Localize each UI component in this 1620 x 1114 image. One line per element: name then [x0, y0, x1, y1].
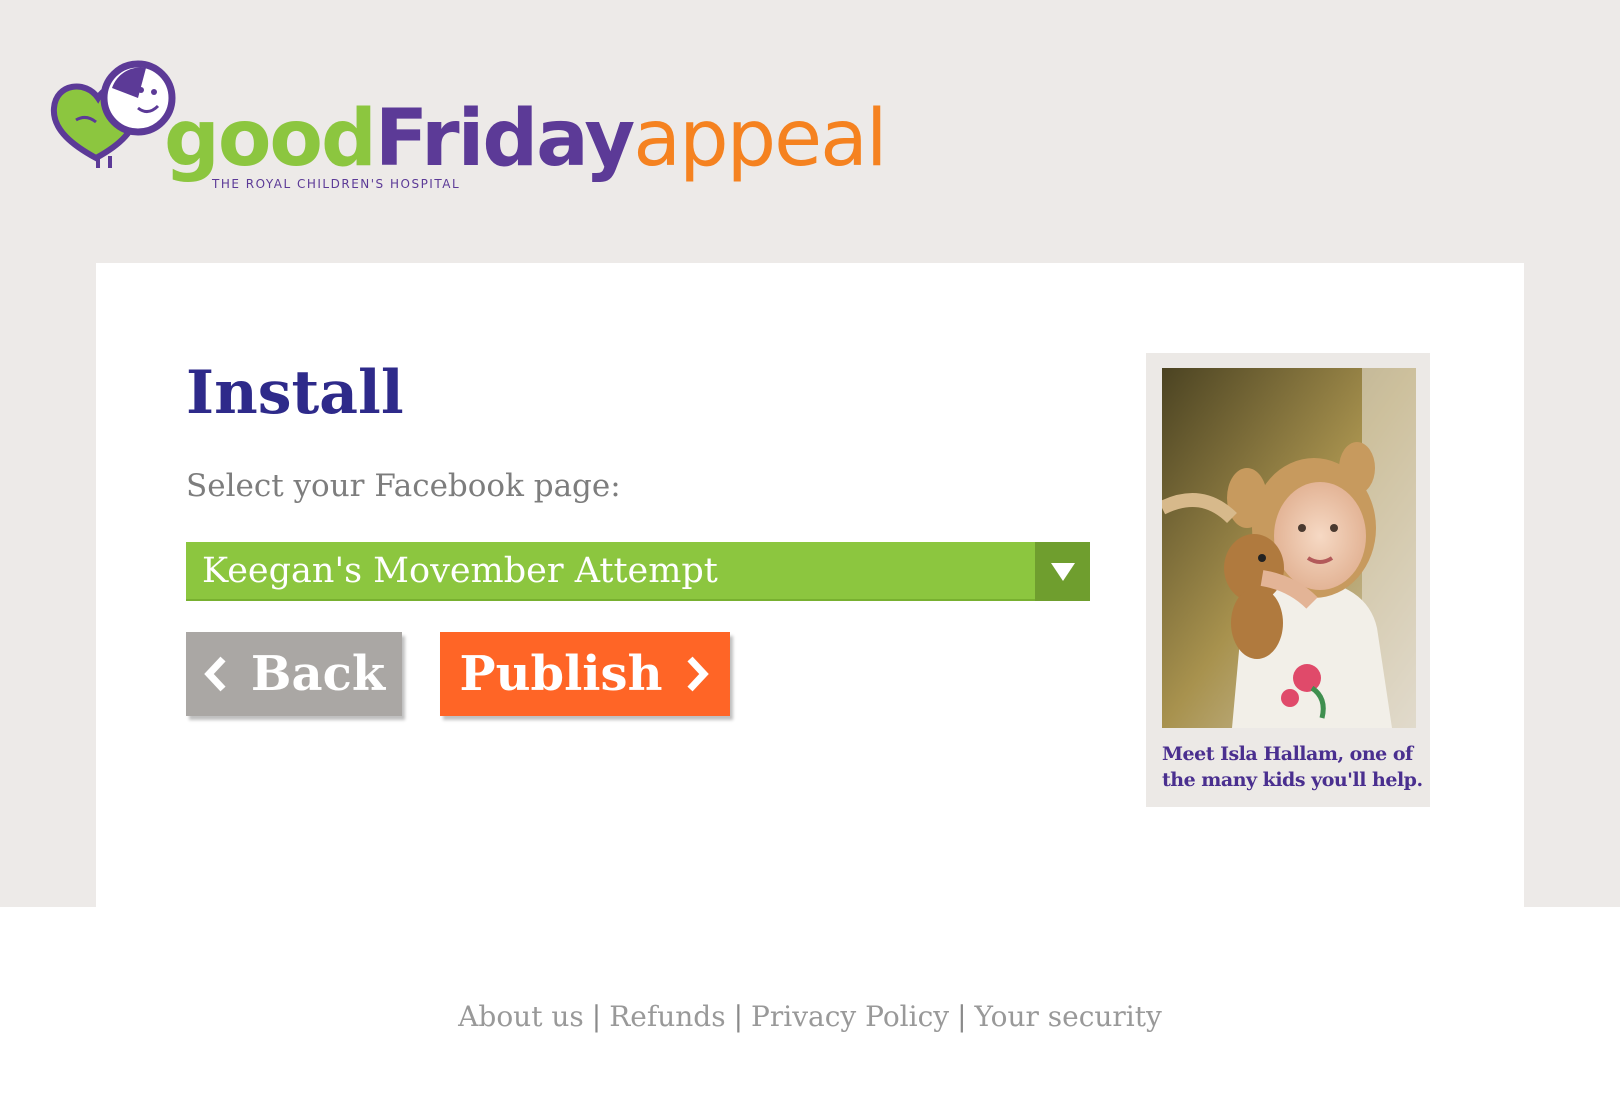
publish-button[interactable]: Publish: [440, 632, 730, 716]
heart-face-logo-icon: [50, 60, 176, 168]
selected-page-value: Keegan's Movember Attempt: [202, 551, 718, 591]
logo-word-appeal: appeal: [633, 94, 887, 184]
photo-caption: Meet Isla Hallam, one of the many kids y…: [1162, 743, 1423, 791]
chevron-left-icon: [204, 656, 226, 692]
footer-links: About us | Refunds | Privacy Policy | Your sec…: [0, 1000, 1620, 1033]
logo-word-good: good: [164, 94, 377, 184]
facebook-page-label: Select your Facebook page:: [186, 468, 621, 504]
footer-separator: |: [957, 1000, 967, 1033]
logo-wordmark: goodFridayappeal: [164, 100, 888, 178]
privacy-policy-link[interactable]: Privacy Policy: [751, 1000, 949, 1033]
footer-separator: |: [733, 1000, 744, 1033]
child-photo: [1162, 368, 1416, 728]
facebook-page-select[interactable]: Keegan's Movember Attempt: [186, 542, 1090, 601]
footer-separator: |: [591, 1000, 602, 1033]
refunds-link[interactable]: Refunds: [609, 1000, 725, 1033]
back-button[interactable]: Back: [186, 632, 402, 716]
back-button-label: Back: [250, 646, 386, 702]
logo-subtitle: THE ROYAL CHILDREN'S HOSPITAL: [212, 177, 461, 191]
good-friday-appeal-logo[interactable]: goodFridayappeal THE ROYAL CHILDREN'S HO…: [46, 58, 888, 208]
about-us-link[interactable]: About us: [458, 1000, 584, 1033]
featured-child-card: Meet Isla Hallam, one of the many kids y…: [1146, 353, 1430, 807]
publish-button-label: Publish: [459, 646, 663, 702]
your-security-link[interactable]: Your security: [975, 1000, 1162, 1033]
logo-word-friday: Friday: [374, 94, 635, 184]
dropdown-arrow-icon[interactable]: [1035, 542, 1090, 601]
page-title: Install: [186, 358, 404, 428]
chevron-right-icon: [687, 656, 710, 692]
install-card: Install Select your Facebook page: Keega…: [96, 263, 1524, 907]
